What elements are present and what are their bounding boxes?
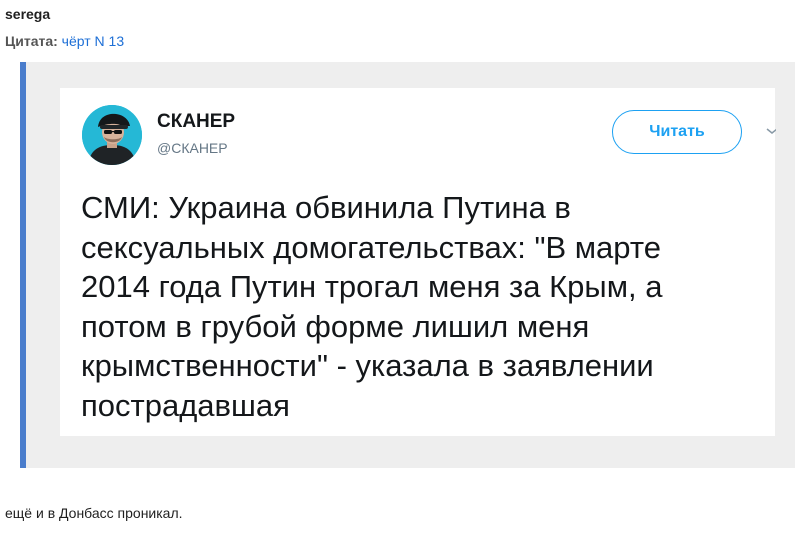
post-body: ещё и в Донбасс проникал. (5, 505, 183, 521)
quote-header: Цитата: чёрт N 13 (5, 33, 124, 49)
embedded-tweet: СКАНЕР @СКАНЕР Читать СМИ: Украина обвин… (60, 88, 776, 436)
avatar[interactable] (82, 105, 142, 165)
quote-block: СКАНЕР @СКАНЕР Читать СМИ: Украина обвин… (20, 62, 795, 468)
chevron-down-icon[interactable] (766, 122, 776, 136)
tweet-display-name[interactable]: СКАНЕР (157, 111, 235, 133)
post-author[interactable]: serega (5, 6, 50, 22)
follow-button[interactable]: Читать (612, 110, 742, 154)
tweet-text: СМИ: Украина обвинила Путина в сексуальн… (81, 190, 663, 423)
forum-post: serega Цитата: чёрт N 13 СКАНЕР @СКАНЕР … (0, 0, 795, 536)
tweet-handle[interactable]: @СКАНЕР (157, 140, 228, 156)
quote-label: Цитата: (5, 33, 58, 49)
quote-author-link[interactable]: чёрт N 13 (62, 33, 124, 49)
avatar-image (82, 105, 142, 165)
